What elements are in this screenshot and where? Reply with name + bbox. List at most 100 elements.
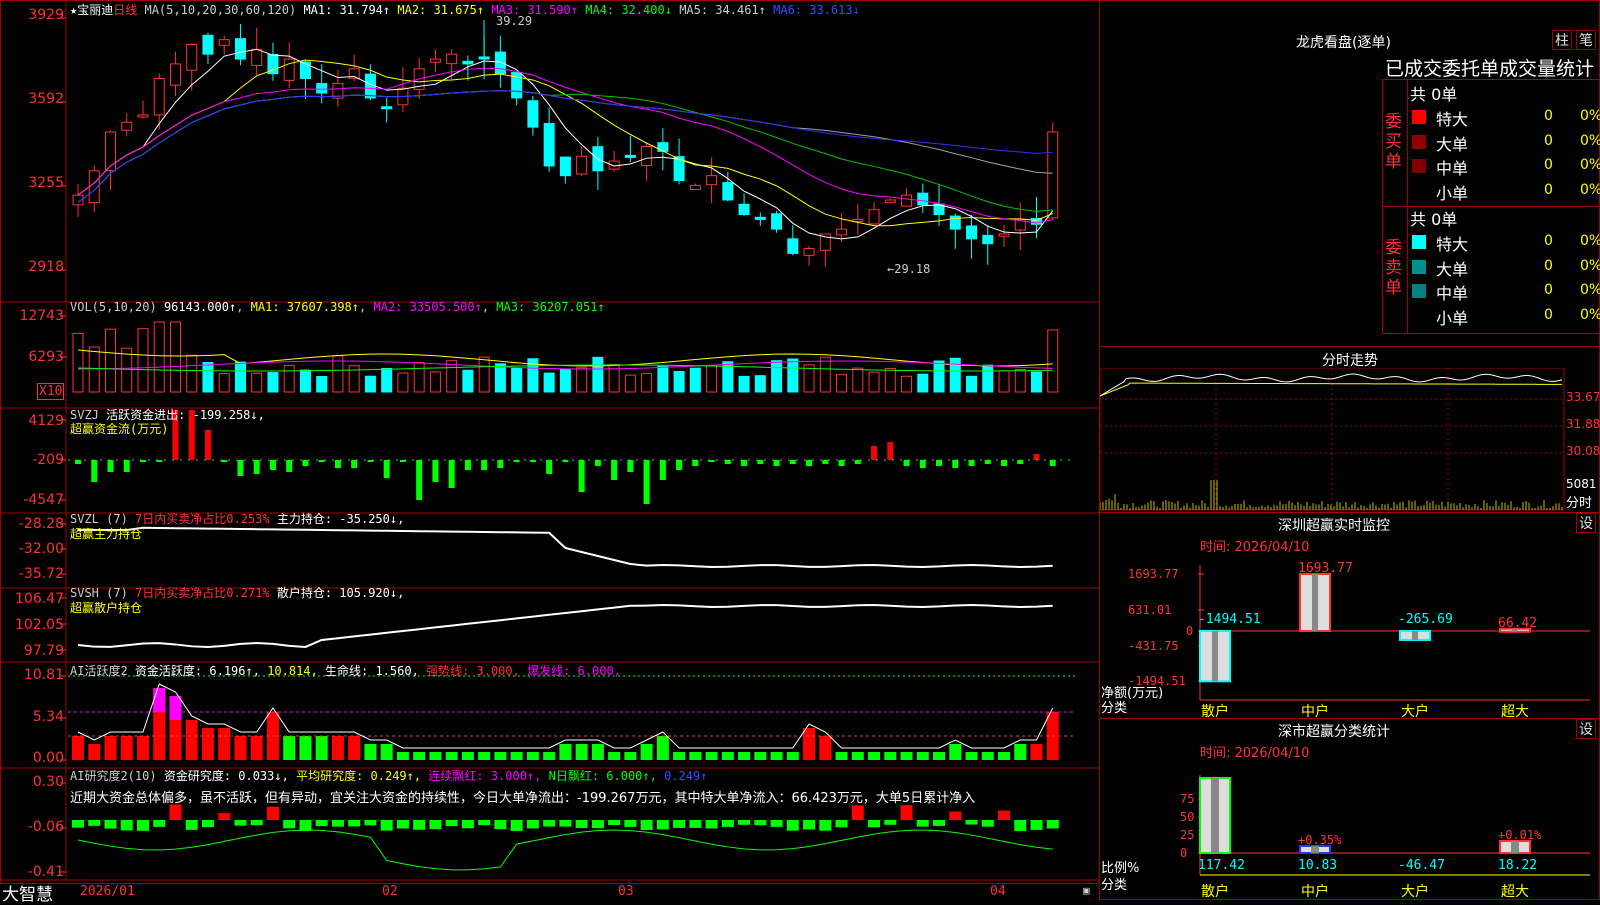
fund-flow-bar (659, 460, 666, 480)
ai1-b: 10.814, (267, 664, 318, 678)
buy-row-3: 小单 0 0% (1410, 180, 1600, 203)
volume-bar (933, 360, 945, 393)
ai1-a: 资金活跃度: 6.196↑, (134, 664, 260, 678)
ma2-value: MA2: 31.675↑ (397, 3, 485, 17)
research-bar (575, 820, 588, 829)
research-bar (998, 810, 1011, 820)
monitor-axis-1: 631.01 (1128, 603, 1171, 617)
classify-settings-button[interactable]: 设 (1576, 719, 1596, 739)
ma-line-ma5 (77, 90, 1053, 203)
chart-canvas[interactable] (0, 0, 1100, 884)
row-label: 中单 (1436, 159, 1469, 178)
volume-bar (738, 375, 750, 393)
lock-icon[interactable]: ▣ (1083, 884, 1090, 897)
research-bar (331, 820, 344, 827)
activity-bar (851, 752, 864, 760)
fund-flow-bar (806, 460, 813, 466)
activity-bar (754, 752, 767, 760)
fenshi-axis-1: 33.67 (1566, 390, 1600, 404)
volume-bar (153, 321, 165, 393)
candle-body (982, 234, 994, 245)
classify-bar-shade-3 (1511, 841, 1519, 853)
activity-bar (868, 752, 881, 760)
volume-bar (884, 367, 896, 393)
fenshi-avg-line (1100, 382, 1563, 397)
monitor-cat-label: 分类 (1101, 701, 1128, 716)
ai2-a: 资金研究度: 0.033↓, (163, 769, 289, 783)
research-bar (1014, 820, 1027, 832)
vol-axis-2: 6293 (28, 349, 64, 365)
research-bar (201, 820, 214, 828)
fund-flow-bar (546, 460, 553, 474)
monitor-axis-0: 1693.77 (1128, 567, 1179, 581)
svsh-axis-2: 102.05 (15, 617, 64, 633)
candle-body (689, 184, 701, 191)
ma6-value: MA6: 33.613↓ (773, 3, 860, 17)
tick-mode-button[interactable]: 笔 (1576, 30, 1596, 50)
fund-flow-bar (481, 460, 488, 470)
vol-ma3: MA3: 36207.051↑ (496, 300, 605, 314)
research-bar (965, 820, 978, 825)
activity-bar (104, 736, 117, 760)
research-bar (916, 820, 929, 827)
classify-cat-3: 超大 (1501, 884, 1529, 900)
activity-bar (835, 752, 848, 760)
monitor-value-2: -265.69 (1398, 612, 1453, 627)
activity-bar (510, 752, 523, 760)
research-bar (153, 820, 166, 827)
row-percent: 0% (1580, 306, 1600, 323)
vol-unit: X10 (37, 383, 65, 400)
lhkp-title: 龙虎看盘(逐单) (1296, 35, 1391, 51)
fenshi-chart[interactable] (1100, 368, 1600, 528)
vol-title: VOL(5,10,20) 96143.000↑, MA1: 37607.398↑… (70, 300, 605, 314)
volume-bar (819, 356, 831, 393)
classify-chart[interactable]: 75 50 25 0 117.42 散户 10.83 +0.35% 中户 -46.47 大户 18.2… (1100, 750, 1600, 900)
color-swatch (1412, 110, 1426, 124)
candle-body (527, 100, 539, 128)
fund-flow-bar (903, 460, 910, 466)
classify-value-3: 18.22 (1498, 858, 1537, 873)
activity-bar (786, 752, 799, 760)
activity-bar (380, 744, 393, 760)
period-label[interactable]: 日线 (113, 3, 137, 17)
row-percent: 0% (1580, 157, 1600, 173)
monitor-axis-3: -431.75 (1128, 639, 1179, 653)
ma5-value: MA5: 34.461↑ (679, 3, 766, 17)
volume-bar (592, 356, 604, 393)
classify-pct-3: +0.01% (1498, 828, 1542, 842)
fund-flow-bar (302, 460, 309, 466)
classify-axis-2: 25 (1180, 828, 1194, 842)
buy-row-2: 中单 0 0% (1410, 155, 1600, 178)
candle-body (706, 175, 718, 186)
row-count: 0 (1544, 108, 1553, 124)
vol-ma1-line (77, 349, 1053, 367)
ai1-axis-2: 5.34 (32, 709, 64, 725)
classify-bar-shade-0 (1211, 778, 1219, 853)
candle-body (218, 39, 230, 46)
activity-bar (445, 752, 458, 760)
svzl-axis-1: -28.28 (18, 516, 64, 532)
svzl-sub: 超赢主力持仓 (70, 527, 143, 541)
ai2-axis-3: -0.41 (27, 864, 64, 880)
monitor-settings-button[interactable]: 设 (1576, 513, 1596, 533)
stock-name[interactable]: ★宝丽迪 (70, 3, 113, 17)
fund-flow-bar (773, 460, 780, 466)
bar-mode-button[interactable]: 柱 (1552, 30, 1572, 50)
ai2-axis-1: 0.30 (32, 774, 64, 790)
activity-bar (201, 728, 214, 760)
volume-bar (673, 370, 685, 393)
svsh-sub: 超赢散户持仓 (70, 601, 143, 615)
monitor-top-line (1100, 512, 1600, 513)
svzl-axis-2: -32.00 (18, 541, 64, 557)
candle-body (381, 106, 393, 110)
fund-flow-bar (91, 460, 98, 482)
candle-body (137, 114, 149, 118)
research-bar (120, 820, 133, 831)
fund-flow-bar (448, 460, 455, 488)
activity-bar (396, 752, 409, 760)
lhkp-header: 已成交委托单成交量统计 (1385, 58, 1595, 80)
fund-flow-bar (123, 460, 130, 472)
candle-body (803, 248, 815, 256)
candle-body (576, 155, 588, 175)
monitor-chart[interactable]: 1693.77631.010-431.75-1494.51-1494.51散户1… (1100, 550, 1600, 720)
